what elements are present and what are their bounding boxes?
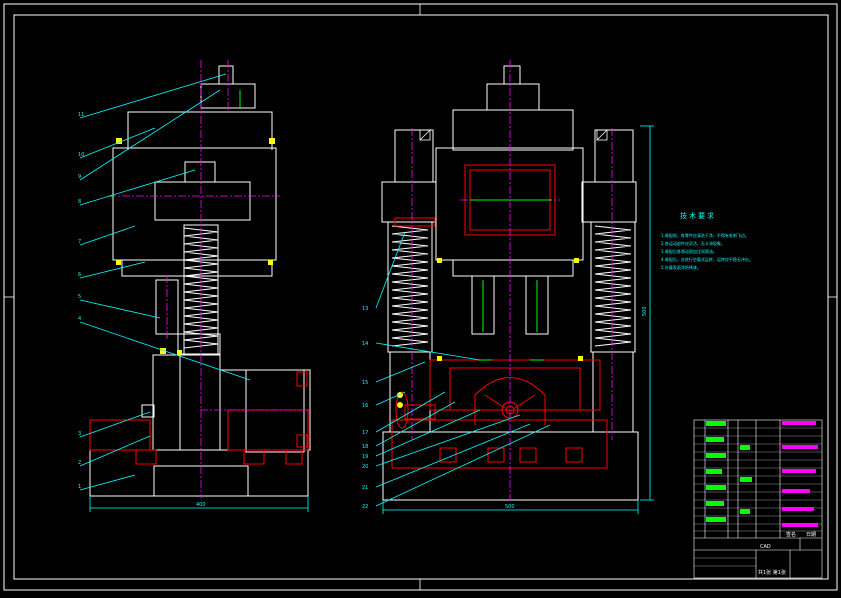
left-width-dimension: 400 [196, 502, 206, 508]
label-22: 22 [362, 504, 368, 510]
note-line: 5.外露表面涂防锈漆。 [661, 265, 701, 270]
note-line: 3.装配后各滑动面加注润滑油。 [661, 249, 717, 254]
label-3: 3 [78, 431, 81, 437]
note-line: 2.各运动部件应灵活，无卡滞现象。 [661, 241, 725, 246]
drawing-canvas: 11 10 9 8 7 6 5 4 3 2 1 400 13 14 15 16 … [0, 0, 841, 594]
label-5: 5 [78, 294, 81, 300]
right-yellow-marks [397, 258, 583, 408]
parts-list-magenta-cells [782, 421, 818, 527]
left-view [89, 65, 311, 497]
label-13: 13 [362, 306, 368, 312]
title-block-title: CAD [760, 544, 771, 550]
label-19: 19 [362, 454, 368, 460]
right-spring-right [594, 225, 632, 347]
label-8: 8 [78, 199, 81, 205]
label-15: 15 [362, 380, 368, 386]
date-label: 日期 [806, 532, 816, 538]
sign-label: 签名 [786, 531, 796, 538]
right-hatch-caps [419, 129, 608, 141]
right-centerlines [411, 60, 613, 500]
label-2: 2 [78, 460, 81, 466]
label-14: 14 [362, 341, 368, 347]
right-green-marks [470, 199, 552, 361]
label-10: 10 [78, 152, 84, 158]
note-line: 1.装配前，各零件应清洗干净，不得有毛刺飞边。 [661, 233, 749, 238]
sheet-inner-frame [13, 14, 829, 580]
note-line: 4.装配后，应进行空载试运转，运转应平稳无冲击。 [661, 257, 753, 262]
label-9: 9 [78, 174, 81, 180]
label-16: 16 [362, 403, 368, 409]
label-6: 6 [78, 272, 81, 278]
label-21: 21 [362, 485, 368, 491]
left-leaders [79, 73, 251, 491]
sheet-count: 共1张 第1张 [758, 569, 786, 576]
overall-height-dimension: 500 [642, 306, 648, 316]
label-17: 17 [362, 430, 368, 436]
right-labels: 13 14 15 16 17 18 19 20 21 22 [362, 306, 368, 510]
label-4: 4 [78, 316, 81, 322]
label-1: 1 [78, 484, 81, 490]
left-green-marks [110, 90, 241, 197]
technical-requirements-title: 技术要求 [680, 212, 716, 220]
parts-list [693, 419, 823, 579]
right-width-dimension: 500 [505, 504, 515, 510]
label-18: 18 [362, 444, 368, 450]
cad-drawing: 11 10 9 8 7 6 5 4 3 2 1 400 13 14 15 16 … [3, 3, 838, 591]
technical-requirements: 1.装配前，各零件应清洗干净，不得有毛刺飞边。 2.各运动部件应灵活，无卡滞现象… [661, 232, 783, 272]
label-7: 7 [78, 239, 81, 245]
right-spring-left [391, 225, 429, 347]
label-20: 20 [362, 464, 368, 470]
label-11: 11 [78, 112, 84, 118]
